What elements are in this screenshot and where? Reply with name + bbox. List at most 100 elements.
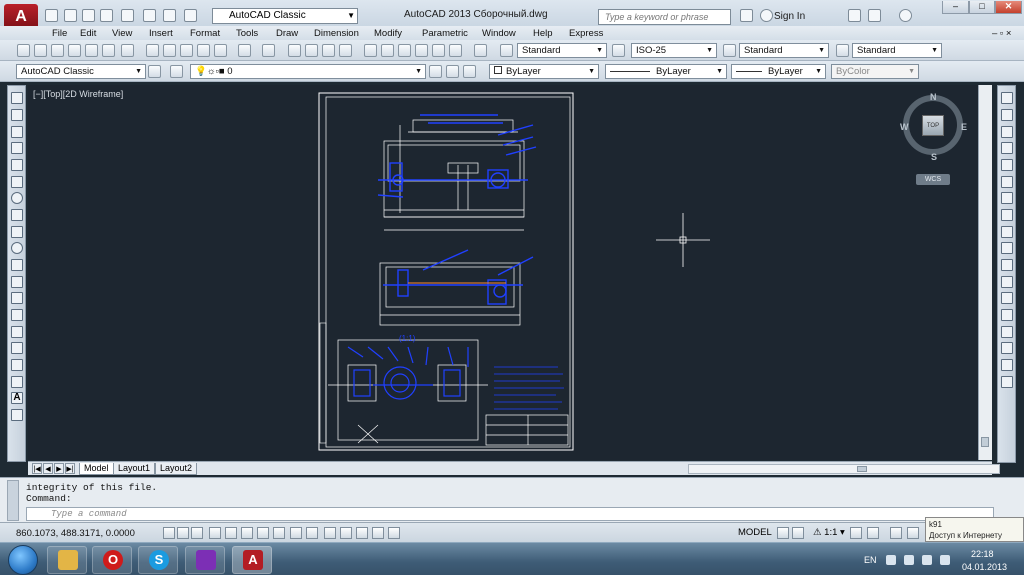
close-button[interactable]: ✕: [995, 1, 1022, 14]
arc-icon[interactable]: [11, 176, 23, 188]
menu-modify[interactable]: Modify: [374, 28, 402, 39]
quickcalc-icon[interactable]: [449, 44, 462, 57]
open-icon[interactable]: [34, 44, 47, 57]
print-icon[interactable]: [143, 9, 156, 22]
print-preview-icon[interactable]: [121, 9, 134, 22]
plot-style-dropdown[interactable]: ByColor ▼: [831, 64, 919, 79]
pan-icon[interactable]: [288, 44, 301, 57]
cursor-coordinates[interactable]: 860.1073, 488.3171, 0.0000: [16, 528, 135, 539]
chamfer-icon[interactable]: [1001, 326, 1013, 338]
point-icon[interactable]: [11, 309, 23, 321]
start-button[interactable]: [8, 545, 38, 575]
user-icon[interactable]: [760, 9, 773, 22]
trim-icon[interactable]: [1001, 242, 1013, 254]
undo-icon[interactable]: [163, 9, 176, 22]
dynamic-input-icon[interactable]: [306, 527, 318, 539]
add-selected-icon[interactable]: [11, 409, 23, 421]
table-style-icon[interactable]: [723, 44, 736, 57]
grid-display-icon[interactable]: [191, 527, 203, 539]
transparency-icon[interactable]: [340, 527, 352, 539]
annotation-scale-dropdown[interactable]: ⚠ 1:1 ▾: [813, 527, 845, 538]
taskbar-save-app[interactable]: [185, 546, 225, 574]
multiline-text-icon[interactable]: A: [11, 392, 23, 404]
polyline-icon[interactable]: [11, 126, 23, 138]
menu-view[interactable]: View: [112, 28, 132, 39]
rotate-icon[interactable]: [1001, 192, 1013, 204]
move-icon[interactable]: [1001, 176, 1013, 188]
3d-osnap-icon[interactable]: [257, 527, 269, 539]
tray-arrow-icon[interactable]: [886, 555, 896, 565]
save-as-icon[interactable]: [100, 9, 113, 22]
fillet-icon[interactable]: [1001, 342, 1013, 354]
lock-toolbar-icon[interactable]: [907, 527, 919, 539]
compass-east-label[interactable]: E: [961, 122, 967, 132]
menu-file[interactable]: File: [52, 28, 67, 39]
minimize-button[interactable]: –: [942, 1, 969, 14]
annotation-monitor-icon[interactable]: [388, 527, 400, 539]
hatch-icon[interactable]: [11, 326, 23, 338]
save-icon[interactable]: [82, 9, 95, 22]
help-icon[interactable]: [899, 9, 912, 22]
cut-icon[interactable]: [146, 44, 159, 57]
new-file-icon[interactable]: [45, 9, 58, 22]
table-style-dropdown[interactable]: Standard ▼: [739, 43, 829, 58]
layer-previous-icon[interactable]: [446, 65, 459, 78]
layer-dropdown[interactable]: 💡☼▫■ 0 ▼: [190, 64, 426, 79]
dimension-style-dropdown[interactable]: ISO-25 ▼: [631, 43, 717, 58]
spline-icon[interactable]: [11, 226, 23, 238]
help-icon[interactable]: [474, 44, 487, 57]
quick-properties-icon[interactable]: [356, 527, 368, 539]
extend-icon[interactable]: [1001, 259, 1013, 271]
taskbar-skype[interactable]: S: [138, 546, 178, 574]
zoom-previous-icon[interactable]: [339, 44, 352, 57]
snap-mode-icon[interactable]: [177, 527, 189, 539]
layer-states-icon[interactable]: [463, 65, 476, 78]
exchange-icon[interactable]: [848, 9, 861, 22]
make-current-layer-icon[interactable]: [429, 65, 442, 78]
menu-tools[interactable]: Tools: [236, 28, 258, 39]
multileader-style-icon[interactable]: [836, 44, 849, 57]
sign-in-link[interactable]: Sign In: [774, 11, 805, 22]
undo-icon[interactable]: [238, 44, 251, 57]
clock-date[interactable]: 04.01.2013: [962, 562, 1007, 572]
menu-edit[interactable]: Edit: [80, 28, 96, 39]
color-dropdown[interactable]: ByLayer ▼: [489, 64, 599, 79]
doc-minimize-icon[interactable]: – ▫ ×: [992, 28, 1011, 39]
stay-connected-icon[interactable]: [868, 9, 881, 22]
maximize-button[interactable]: □: [969, 1, 995, 14]
menu-insert[interactable]: Insert: [149, 28, 173, 39]
tab-layout1[interactable]: Layout1: [113, 463, 156, 475]
workspace-switching-icon[interactable]: [890, 527, 902, 539]
polar-tracking-icon[interactable]: [225, 527, 237, 539]
paste-icon[interactable]: [180, 44, 193, 57]
polygon-icon[interactable]: [11, 142, 23, 154]
prev-tab-icon[interactable]: ◀: [43, 463, 53, 474]
scale-icon[interactable]: [1001, 209, 1013, 221]
match-properties-icon[interactable]: [197, 44, 210, 57]
save-icon[interactable]: [51, 44, 64, 57]
menu-format[interactable]: Format: [190, 28, 220, 39]
line-icon[interactable]: [11, 92, 23, 104]
menu-dimension[interactable]: Dimension: [314, 28, 359, 39]
stretch-icon[interactable]: [1001, 226, 1013, 238]
break-at-point-icon[interactable]: [1001, 276, 1013, 288]
copy-icon[interactable]: [163, 44, 176, 57]
circle-icon[interactable]: [11, 192, 23, 204]
vertical-scrollbar[interactable]: [978, 85, 992, 460]
model-space-toggle[interactable]: MODEL: [738, 527, 772, 538]
ellipse-icon[interactable]: [11, 242, 23, 254]
selection-cycling-icon[interactable]: [372, 527, 384, 539]
infer-constraints-icon[interactable]: [163, 527, 175, 539]
compass-north-label[interactable]: N: [930, 92, 937, 102]
workspace-dropdown[interactable]: AutoCAD Classic ▼: [212, 8, 358, 24]
next-tab-icon[interactable]: ▶: [54, 463, 64, 474]
tray-network-icon[interactable]: [922, 555, 932, 565]
blend-curves-icon[interactable]: [1001, 359, 1013, 371]
clock-time[interactable]: 22:18: [971, 549, 994, 559]
input-language-indicator[interactable]: EN: [864, 555, 877, 565]
linetype-dropdown[interactable]: ByLayer ▼: [605, 64, 727, 79]
region-icon[interactable]: [11, 359, 23, 371]
tray-flag-icon[interactable]: [940, 555, 950, 565]
dimension-style-icon[interactable]: [612, 44, 625, 57]
horizontal-scrollbar[interactable]: [688, 464, 1000, 474]
